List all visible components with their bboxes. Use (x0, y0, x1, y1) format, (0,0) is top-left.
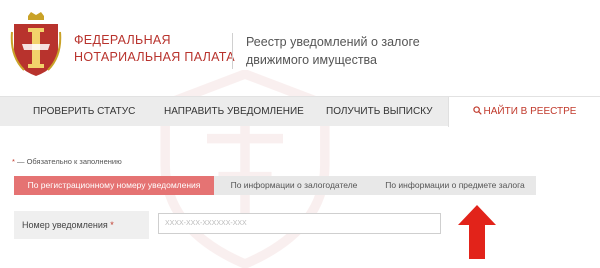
notification-number-label: Номер уведомления * (14, 211, 149, 239)
organization-name: ФЕДЕРАЛЬНАЯ НОТАРИАЛЬНАЯ ПАЛАТА (74, 32, 235, 66)
search-icon (472, 106, 482, 115)
notary-chamber-logo-icon (10, 12, 62, 76)
tab-by-pledgor-info[interactable]: По информации о залогодателе (214, 176, 374, 195)
notification-number-label-text: Номер уведомления (22, 220, 108, 230)
arrow-up-icon (458, 205, 496, 259)
nav-get-extract[interactable]: ПОЛУЧИТЬ ВЫПИСКУ (326, 97, 432, 127)
nav-send-notification[interactable]: НАПРАВИТЬ УВЕДОМЛЕНИЕ (164, 97, 304, 127)
nav-check-status[interactable]: ПРОВЕРИТЬ СТАТУС (33, 97, 135, 127)
tab-by-pledge-subject-info[interactable]: По информации о предмете залога (374, 176, 536, 195)
notification-number-input[interactable] (158, 213, 441, 234)
required-fields-note: * — Обязательно к заполнению (12, 157, 122, 166)
search-mode-tabs: По регистрационному номеру уведомления П… (14, 176, 536, 195)
organization-name-line2: НОТАРИАЛЬНАЯ ПАЛАТА (74, 50, 235, 64)
registry-title: Реестр уведомлений о залоге движимого им… (246, 33, 420, 69)
nav-search-registry-label: НАЙТИ В РЕЕСТРЕ (483, 106, 577, 117)
required-note-text: — Обязательно к заполнению (14, 157, 122, 166)
nav-search-registry[interactable]: НАЙТИ В РЕЕСТРЕ (448, 97, 600, 127)
registry-title-line2: движимого имущества (246, 53, 378, 67)
notification-number-required-star: * (110, 220, 114, 230)
registry-title-line1: Реестр уведомлений о залоге (246, 35, 420, 49)
tab-by-registration-number[interactable]: По регистрационному номеру уведомления (14, 176, 214, 195)
main-navigation: ПРОВЕРИТЬ СТАТУС НАПРАВИТЬ УВЕДОМЛЕНИЕ П… (0, 96, 600, 127)
header-divider (232, 33, 233, 69)
organization-name-line1: ФЕДЕРАЛЬНАЯ (74, 33, 171, 47)
